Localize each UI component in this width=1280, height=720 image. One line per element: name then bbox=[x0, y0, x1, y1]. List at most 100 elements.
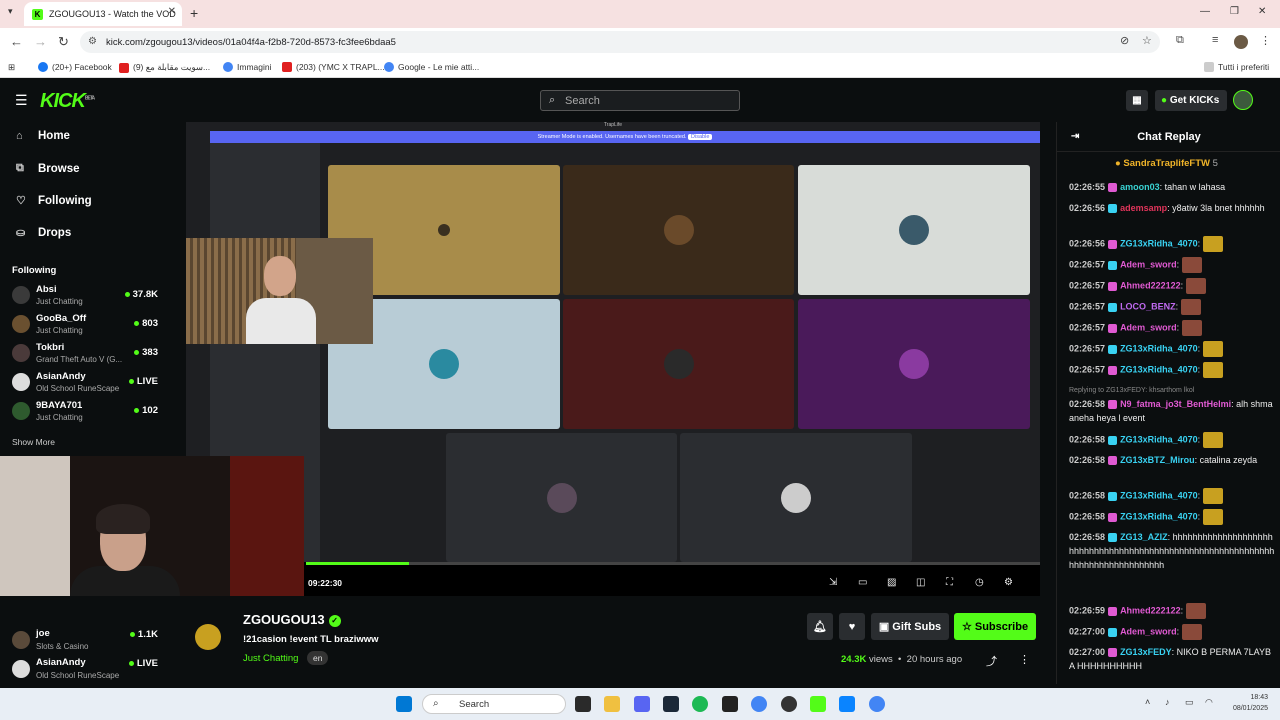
bookmark-images[interactable]: Immagini bbox=[223, 62, 271, 72]
following-channel[interactable]: joe Slots & Casino 1.1K bbox=[12, 626, 162, 654]
video-player[interactable]: TrapLife Streamer Mode is enabled. Usern… bbox=[186, 122, 1040, 596]
all-bookmarks[interactable]: Tutti i preferiti bbox=[1204, 62, 1269, 72]
message-username[interactable]: ZG13xRidha_4070 bbox=[1120, 343, 1198, 353]
message-username[interactable]: amoon03 bbox=[1120, 182, 1160, 192]
chrome-menu-icon[interactable]: ⋮ bbox=[1260, 34, 1271, 47]
taskbar-clock[interactable]: 18:43 08/01/2025 bbox=[1218, 692, 1268, 714]
steam-icon[interactable] bbox=[663, 696, 679, 712]
taskbar-search[interactable]: ⌕ Search bbox=[422, 694, 566, 714]
bookmark-star-icon[interactable]: ☆ bbox=[1142, 34, 1152, 47]
message-username[interactable]: ZG13xRidha_4070 bbox=[1120, 511, 1198, 521]
obs-icon[interactable] bbox=[781, 696, 797, 712]
tab-search-icon[interactable]: ▾ bbox=[8, 6, 13, 17]
windows-start-icon[interactable] bbox=[396, 696, 412, 712]
subscribe-button[interactable]: ☆ Subscribe bbox=[954, 613, 1036, 640]
follow-heart-icon[interactable]: ♥ bbox=[839, 613, 865, 640]
tray-chevron-icon[interactable]: ˄ bbox=[1145, 697, 1150, 707]
get-kicks-button[interactable]: ● Get KICKs bbox=[1155, 90, 1227, 111]
reload-icon[interactable]: ↻ bbox=[58, 34, 69, 50]
kick-app-icon[interactable] bbox=[810, 696, 826, 712]
app-icon[interactable] bbox=[839, 696, 855, 712]
language-tag[interactable]: en bbox=[307, 651, 329, 665]
extensions-icon[interactable]: ⧉ bbox=[1176, 34, 1184, 47]
stream-category[interactable]: Just Chatting bbox=[243, 653, 298, 664]
user-avatar[interactable] bbox=[1233, 90, 1253, 110]
minimize-icon[interactable]: — bbox=[1200, 6, 1210, 17]
browser-tab[interactable]: K ZGOUGOU13 - Watch the VOD ✕ bbox=[24, 2, 182, 26]
sidebar-item-following[interactable]: ♡ Following bbox=[16, 194, 92, 208]
mic-icon[interactable]: ♪ bbox=[1165, 697, 1170, 707]
message-username[interactable]: ZG13_AZIZ bbox=[1120, 532, 1168, 542]
search-input[interactable]: ⌕ Search bbox=[540, 90, 740, 111]
back-icon[interactable]: ← bbox=[10, 34, 23, 49]
message-username[interactable]: LOCO_BENZ bbox=[1120, 301, 1176, 311]
maximize-icon[interactable]: ❐ bbox=[1230, 6, 1239, 17]
share-icon[interactable]: ⤴ bbox=[986, 653, 997, 669]
chart-icon[interactable]: ▨ bbox=[887, 577, 896, 588]
show-more-link[interactable]: Show More bbox=[12, 437, 55, 447]
message-username[interactable]: Ahmed222122 bbox=[1120, 280, 1181, 290]
channel-name-row[interactable]: ZGOUGOU13 ✓ bbox=[243, 612, 341, 627]
following-channel[interactable]: AsianAndy Old School RuneScape LIVE bbox=[12, 369, 162, 397]
sidebar-item-browse[interactable]: ⧉ Browse bbox=[16, 162, 80, 175]
profile-avatar[interactable] bbox=[1234, 35, 1248, 49]
theater-icon[interactable]: ▭ bbox=[858, 577, 867, 588]
close-window-icon[interactable]: ✕ bbox=[1258, 6, 1266, 17]
media-icon[interactable]: ≡ bbox=[1212, 34, 1218, 46]
new-tab-icon[interactable]: + bbox=[190, 5, 198, 21]
message-username[interactable]: ZG13xRidha_4070 bbox=[1120, 434, 1198, 444]
menu-icon[interactable]: ☰ bbox=[15, 92, 28, 109]
following-channel[interactable]: Tokbri Grand Theft Auto V (G... 383 bbox=[12, 340, 162, 368]
message-username[interactable]: ademsamp bbox=[1120, 203, 1167, 213]
settings-icon[interactable]: ⚙ bbox=[1004, 577, 1013, 588]
bookmark-facebook[interactable]: (20+) Facebook bbox=[38, 62, 112, 72]
pinned-user[interactable]: ● SandraTraplifeFTW 5 bbox=[1115, 158, 1218, 169]
following-channel[interactable]: GooBa_Off Just Chatting 803 bbox=[12, 311, 162, 339]
sidebar-item-drops[interactable]: ⛀ Drops bbox=[16, 226, 71, 240]
bookmark-google[interactable]: Google - Le mie atti... bbox=[384, 62, 479, 72]
fullscreen-icon[interactable]: ⛶ bbox=[946, 577, 953, 588]
pip-icon[interactable]: ◫ bbox=[916, 577, 925, 588]
message-username[interactable]: Ahmed222122 bbox=[1120, 605, 1181, 615]
bookmark-youtube-1[interactable]: (9) سويت مقابلة مع... bbox=[119, 62, 210, 73]
forward-icon[interactable]: → bbox=[34, 34, 47, 49]
site-info-icon[interactable]: ⚙ bbox=[88, 36, 97, 47]
message-username[interactable]: Adem_sword bbox=[1120, 259, 1177, 269]
channel-avatar[interactable] bbox=[195, 624, 221, 650]
message-username[interactable]: ZG13xRidha_4070 bbox=[1120, 490, 1198, 500]
message-username[interactable]: ZG13xRidha_4070 bbox=[1120, 238, 1198, 248]
apps-grid-icon[interactable]: ⊞ bbox=[8, 62, 15, 73]
message-username[interactable]: Adem_sword bbox=[1120, 626, 1177, 636]
close-tab-icon[interactable]: ✕ bbox=[168, 6, 176, 17]
notifications-bell-icon[interactable]: 🔔︎ bbox=[807, 613, 833, 640]
chrome-icon[interactable] bbox=[751, 696, 767, 712]
message-username[interactable]: N9_fatma_jo3t_BentHelmi bbox=[1120, 399, 1231, 409]
more-options-icon[interactable]: ⋮ bbox=[1019, 653, 1030, 666]
following-channel[interactable]: Absi Just Chatting 37.8K bbox=[12, 282, 162, 310]
url-field[interactable]: ⚙ kick.com/zgougou13/videos/01a04f4a-f2b… bbox=[80, 31, 1160, 53]
spotify-icon[interactable] bbox=[692, 696, 708, 712]
clips-icon[interactable]: ▦ bbox=[1126, 90, 1148, 111]
file-explorer-icon[interactable] bbox=[604, 696, 620, 712]
message-username[interactable]: ZG13xFEDY bbox=[1120, 647, 1172, 657]
eye-off-icon[interactable]: ⊘ bbox=[1120, 34, 1129, 47]
message-username[interactable]: Adem_sword bbox=[1120, 322, 1177, 332]
kick-logo[interactable]: KICKBETA bbox=[40, 90, 95, 113]
channel-name: ZGOUGOU13 bbox=[243, 612, 325, 627]
battery-icon[interactable]: ▭ bbox=[1185, 697, 1194, 708]
following-channel[interactable]: AsianAndy Old School RuneScape LIVE bbox=[12, 655, 162, 683]
capcut-icon[interactable] bbox=[722, 696, 738, 712]
sidebar-item-home[interactable]: ⌂ Home bbox=[16, 130, 70, 142]
chrome-icon[interactable] bbox=[869, 696, 885, 712]
gift-subs-button[interactable]: ▣ Gift Subs bbox=[871, 613, 949, 640]
bookmark-youtube-2[interactable]: (203) (YMC X TRAPL... bbox=[282, 62, 385, 72]
message-username[interactable]: ZG13xRidha_4070 bbox=[1120, 364, 1198, 374]
discord-icon[interactable] bbox=[634, 696, 650, 712]
clip-icon[interactable]: ⇲ bbox=[829, 577, 837, 588]
speed-icon[interactable]: ◷ bbox=[975, 577, 984, 588]
task-view-icon[interactable] bbox=[575, 696, 591, 712]
following-channel[interactable]: 9BAYA701 Just Chatting 102 bbox=[12, 398, 162, 426]
message-username[interactable]: ZG13xBTZ_Mirou bbox=[1120, 455, 1195, 465]
wifi-icon[interactable]: ◠ bbox=[1205, 697, 1213, 708]
collapse-chat-icon[interactable]: ⇥ bbox=[1071, 122, 1079, 152]
